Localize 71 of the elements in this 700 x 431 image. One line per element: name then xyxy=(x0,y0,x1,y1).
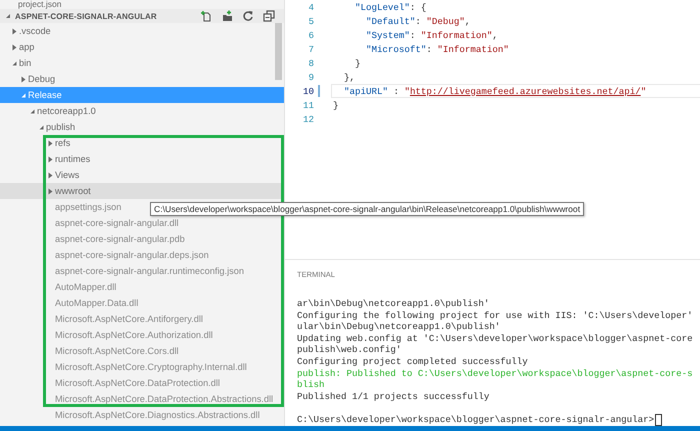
terminal-line: Configuring project completed successfully xyxy=(297,356,529,368)
collapsed-arrow-icon[interactable] xyxy=(12,44,17,50)
collapse-all-icon[interactable] xyxy=(263,10,275,22)
file-name[interactable]: Microsoft.AspNetCore.Cors.dll xyxy=(55,346,179,356)
folder-name[interactable]: .vscode xyxy=(19,26,51,36)
file-name[interactable]: aspnet-core-signalr-angular.runtimeconfig.json xyxy=(55,266,244,276)
terminal-line: publish\web.config' xyxy=(297,344,402,356)
file-name[interactable]: Microsoft.AspNetCore.Diagnostics.Abstractions.dll xyxy=(55,410,260,420)
file-name[interactable]: aspnet-core-signalr-angular.deps.json xyxy=(55,250,209,260)
folder-name[interactable]: netcoreapp1.0 xyxy=(37,106,96,116)
expanded-arrow-icon[interactable] xyxy=(30,108,35,114)
code-line: "Default": "Debug", xyxy=(364,15,472,27)
folder-name[interactable]: refs xyxy=(55,138,70,148)
line-number: 8 xyxy=(308,58,314,68)
code-line: }, xyxy=(342,71,356,83)
file-name[interactable]: appsettings.json xyxy=(55,202,122,212)
terminal-line: publish: Published to C:\Users\developer\workspace\blogger\aspnet-core-s xyxy=(297,368,694,380)
folder-name[interactable]: runtimes xyxy=(55,154,90,164)
code-line: "System": "Information", xyxy=(364,29,499,41)
scrollbar[interactable] xyxy=(275,23,282,80)
file-name[interactable]: Microsoft.AspNetCore.Cryptography.Internal.dll xyxy=(55,362,247,372)
line-number: 12 xyxy=(302,114,314,124)
folder-name[interactable]: publish xyxy=(46,122,76,132)
file-name[interactable]: AutoMapper.Data.dll xyxy=(55,298,138,308)
file-name[interactable]: Microsoft.AspNetCore.Antiforgery.dll xyxy=(55,314,203,324)
collapsed-arrow-icon[interactable] xyxy=(48,156,53,162)
code-line: } xyxy=(354,57,362,69)
terminal-line: Published 1/1 projects successfully xyxy=(297,390,490,402)
line-number: 10 xyxy=(302,86,314,96)
code-line: "LogLevel": { xyxy=(354,1,428,13)
folder-name[interactable]: app xyxy=(19,42,34,52)
line-number: 6 xyxy=(308,30,314,40)
collapsed-arrow-icon[interactable] xyxy=(12,28,17,34)
file-name[interactable]: Microsoft.AspNetCore.DataProtection.Abstractions.dll xyxy=(55,394,274,404)
collapsed-arrow-icon[interactable] xyxy=(48,140,53,146)
terminal-line: Updating web.config at 'C:\Users\developer\workspace\blogger\aspnet-core xyxy=(297,332,694,344)
code-line: "Microsoft": "Information" xyxy=(364,43,510,55)
refresh-icon[interactable] xyxy=(242,10,254,22)
line-number: 5 xyxy=(308,16,314,26)
collapsed-arrow-icon[interactable] xyxy=(48,188,53,194)
terminal-line: ar\bin\Debug\netcoreapp1.0\publish' xyxy=(297,298,490,310)
new-folder-icon[interactable] xyxy=(221,10,233,22)
terminal-line: Configuring the following project for use with IIS: 'C:\Users\developer' xyxy=(297,310,694,322)
folder-name[interactable]: wwwroot xyxy=(55,186,91,196)
file-name[interactable]: project.json xyxy=(18,0,62,9)
code-line: "apiURL" : "http://livegamefeed.azurewebsites.net/api/" xyxy=(331,84,700,98)
tooltip: C:\Users\developer\workspace\blogger\aspnet-core-signalr-angular\bin\Release\netcoreapp1.0\publish\wwwroot xyxy=(150,202,584,216)
collapsed-arrow-icon[interactable] xyxy=(21,76,26,82)
terminal-line: ular\bin\Debug\netcoreapp1.0\publish' xyxy=(297,321,502,333)
new-file-icon[interactable] xyxy=(200,10,212,22)
expanded-arrow-icon[interactable] xyxy=(39,124,44,130)
code-line: } xyxy=(333,99,340,111)
file-name[interactable]: Microsoft.AspNetCore.Authorization.dll xyxy=(55,330,213,340)
expanded-arrow-icon[interactable] xyxy=(5,13,11,19)
line-number: 7 xyxy=(308,44,314,54)
expanded-arrow-icon[interactable] xyxy=(12,60,17,66)
line-number: 9 xyxy=(308,72,314,82)
line-number: 4 xyxy=(308,2,314,12)
file-name[interactable]: aspnet-core-signalr-angular.dll xyxy=(55,218,179,228)
file-name[interactable]: Microsoft.AspNetCore.DataProtection.dll xyxy=(55,378,220,388)
line-number: 11 xyxy=(302,100,314,110)
terminal-line: blish xyxy=(297,379,326,391)
expanded-arrow-icon[interactable] xyxy=(21,92,26,98)
file-name[interactable]: aspnet-core-signalr-angular.pdb xyxy=(55,234,185,244)
terminal-prompt: C:\Users\developer\workspace\blogger\aspnet-core-signalr-angular> xyxy=(297,414,654,426)
folder-name[interactable]: bin xyxy=(19,58,32,68)
collapsed-arrow-icon[interactable] xyxy=(48,172,53,178)
file-name[interactable]: AutoMapper.dll xyxy=(55,282,116,292)
folder-name[interactable]: Release xyxy=(28,90,62,100)
folder-name[interactable]: Views xyxy=(55,170,80,180)
folder-name[interactable]: Debug xyxy=(28,74,56,84)
